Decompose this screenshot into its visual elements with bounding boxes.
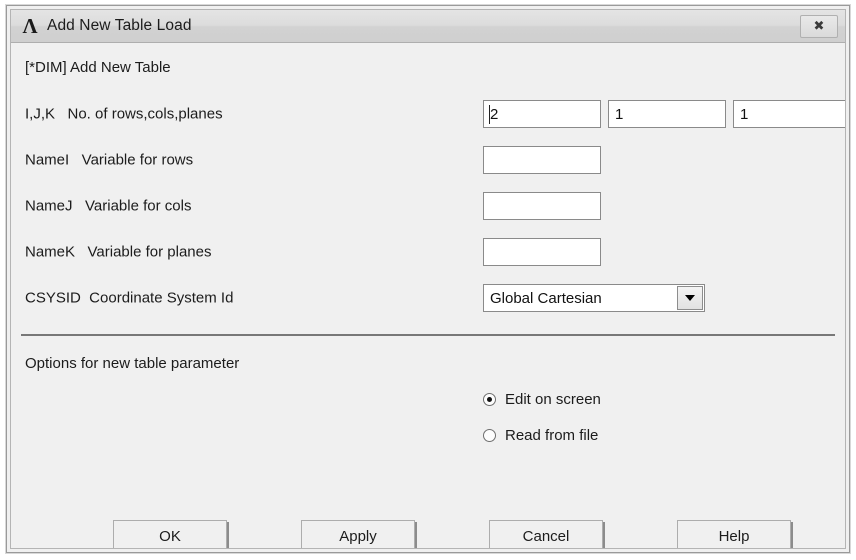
cols-field[interactable]: 1 (608, 100, 726, 128)
dialog-window-inner: Λ Add New Table Load ✖ [*DIM] Add New Ta… (10, 9, 846, 549)
ok-button-label: OK (159, 528, 181, 545)
csysid-dropdown[interactable]: Global Cartesian (483, 284, 705, 312)
radio-edit-on-screen-label: Edit on screen (505, 391, 601, 408)
rows-field[interactable]: 2 (483, 100, 601, 128)
dialog-body: [*DIM] Add New Table I,J,K No. of rows,c… (11, 43, 845, 548)
radio-edit-on-screen[interactable]: Edit on screen (483, 391, 601, 408)
ok-button[interactable]: OK (113, 520, 227, 549)
help-button[interactable]: Help (677, 520, 791, 549)
row-ijk: I,J,K No. of rows,cols,planes 2 1 1 (11, 97, 845, 131)
row-namei: NameI Variable for rows (11, 143, 845, 177)
help-button-label: Help (719, 528, 750, 545)
dialog-window: Λ Add New Table Load ✖ [*DIM] Add New Ta… (6, 5, 850, 553)
namek-field[interactable] (483, 238, 601, 266)
title-bar[interactable]: Λ Add New Table Load ✖ (11, 10, 845, 43)
namej-field[interactable] (483, 192, 601, 220)
planes-field[interactable]: 1 (733, 100, 846, 128)
rows-field-value: 2 (484, 107, 498, 122)
row-csysid: CSYSID Coordinate System Id Global Carte… (11, 281, 845, 315)
row-namek-label: NameK Variable for planes (25, 244, 211, 261)
text-caret (489, 105, 490, 124)
planes-field-value: 1 (734, 107, 748, 122)
window-title: Add New Table Load (47, 17, 192, 35)
apply-button-label: Apply (339, 528, 377, 545)
cancel-button-label: Cancel (523, 528, 570, 545)
dim-command-hint: [*DIM] Add New Table (25, 59, 171, 76)
close-button[interactable]: ✖ (800, 15, 838, 38)
cancel-button[interactable]: Cancel (489, 520, 603, 549)
section-separator (21, 334, 835, 336)
chevron-down-glyph (685, 295, 695, 301)
row-namej: NameJ Variable for cols (11, 189, 845, 223)
radio-unselected-icon (483, 429, 496, 442)
apply-button[interactable]: Apply (301, 520, 415, 549)
radio-read-from-file-label: Read from file (505, 427, 598, 444)
csysid-selected-value: Global Cartesian (484, 290, 677, 307)
row-csysid-label: CSYSID Coordinate System Id (25, 290, 233, 307)
namei-field[interactable] (483, 146, 601, 174)
options-section-label: Options for new table parameter (25, 355, 239, 372)
radio-selected-icon (483, 393, 496, 406)
ansys-lambda-icon: Λ (19, 15, 41, 37)
cols-field-value: 1 (609, 107, 623, 122)
row-namek: NameK Variable for planes (11, 235, 845, 269)
radio-read-from-file[interactable]: Read from file (483, 427, 598, 444)
row-namei-label: NameI Variable for rows (25, 152, 193, 169)
row-ijk-label: I,J,K No. of rows,cols,planes (25, 106, 223, 123)
close-icon: ✖ (814, 20, 825, 33)
chevron-down-icon[interactable] (677, 286, 703, 310)
row-namej-label: NameJ Variable for cols (25, 198, 191, 215)
